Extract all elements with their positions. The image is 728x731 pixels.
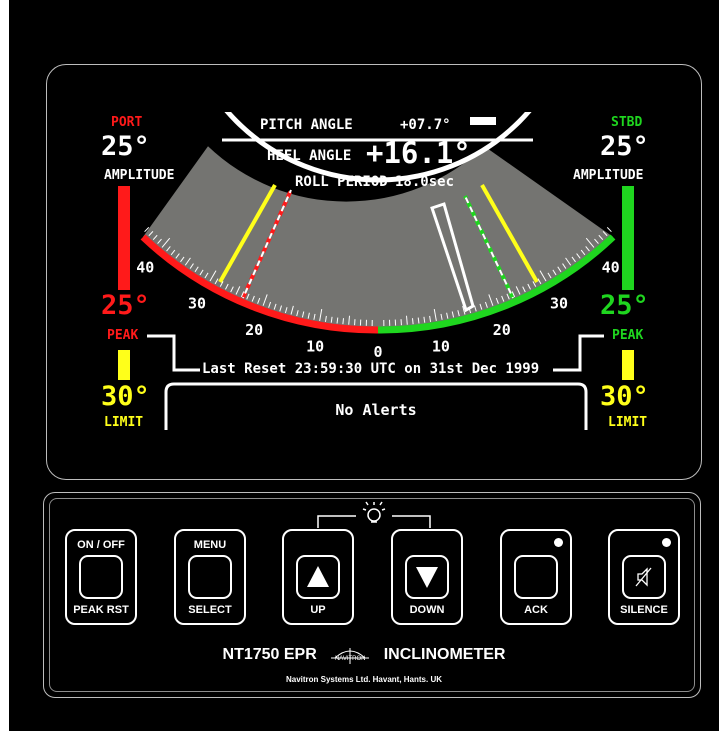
- up-button[interactable]: UP: [282, 529, 354, 625]
- button-bottom-label: DOWN: [409, 604, 445, 616]
- port-limit-bar: [118, 350, 130, 380]
- pitch-angle-value: +07.7°: [400, 117, 451, 133]
- scale-tick-label: 30: [550, 295, 568, 313]
- product-name: INCLINOMETER: [383, 646, 506, 664]
- down-button[interactable]: DOWN: [391, 529, 463, 625]
- menu-select-button[interactable]: MENU SELECT: [174, 529, 246, 625]
- button-bottom-label: PEAK RST: [73, 604, 129, 616]
- ack-button[interactable]: ACK: [500, 529, 572, 625]
- scale-tick-label: 10: [306, 338, 324, 356]
- last-reset-text: Last Reset 23:59:30 UTC on 31st Dec 1999: [202, 361, 540, 377]
- port-amplitude-label: AMPLITUDE: [104, 168, 175, 183]
- silence-button[interactable]: SILENCE: [608, 529, 680, 625]
- port-peak-value: 25°: [101, 290, 150, 321]
- button-bottom-label: ACK: [524, 604, 548, 616]
- scale-tick: [342, 318, 345, 325]
- button-bottom-label: SELECT: [188, 604, 232, 616]
- port-amplitude-value: 25°: [101, 131, 150, 162]
- pitch-angle-label: PITCH ANGLE: [260, 117, 353, 133]
- roll-period-value: 18.0sec: [395, 174, 455, 190]
- scale-tick-label: 20: [245, 321, 263, 339]
- button-bottom-label: SILENCE: [620, 604, 668, 616]
- scale-tick: [411, 318, 414, 325]
- blank-key-icon: [188, 555, 232, 599]
- scale-tick-label: 40: [136, 258, 154, 276]
- down-arrow-icon: [405, 555, 449, 599]
- port-amplitude-bar: [118, 186, 130, 290]
- roll-period-label: ROLL PERIOD: [295, 174, 388, 190]
- button-top-label: ON / OFF: [77, 539, 125, 551]
- stbd-amplitude-value: 25°: [600, 131, 649, 162]
- button-bottom-label: UP: [310, 604, 326, 616]
- silence-led-indicator: [662, 538, 671, 547]
- stbd-peak-connector: [553, 334, 604, 372]
- scale-tick-label: 30: [188, 295, 206, 313]
- stbd-limit-bar: [622, 350, 634, 380]
- navitron-logo: NAVITRON: [327, 644, 373, 666]
- logo-text: NAVITRON: [334, 656, 366, 662]
- on-off-peak-rst-button[interactable]: ON / OFF PEAK RST: [65, 529, 137, 625]
- ack-led-indicator: [554, 538, 563, 547]
- heel-angle-value: +16.1°: [366, 136, 471, 170]
- button-top-label: MENU: [193, 539, 227, 551]
- up-arrow-icon: [296, 555, 340, 599]
- model-name: NT1750 EPR: [222, 646, 317, 664]
- stbd-peak-label: PEAK: [612, 328, 644, 343]
- stbd-amplitude-label: AMPLITUDE: [573, 168, 644, 183]
- port-peak-connector: [147, 334, 200, 372]
- blank-key-icon: [514, 555, 558, 599]
- scale-tick-label: 20: [493, 321, 511, 339]
- scale-tick-label: 40: [602, 258, 620, 276]
- stbd-title: STBD: [611, 115, 643, 130]
- stbd-amplitude-bar: [622, 186, 634, 290]
- speaker-muted-icon: [622, 555, 666, 599]
- port-title: PORT: [111, 115, 143, 130]
- port-peak-label: PEAK: [107, 328, 139, 343]
- scale-tick-label: 10: [432, 338, 450, 356]
- manufacturer-text: Navitron Systems Ltd. Havant, Hants. UK: [285, 675, 443, 684]
- blank-key-icon: [79, 555, 123, 599]
- heel-angle-label: HEEL ANGLE: [267, 148, 352, 164]
- scale-tick: [606, 227, 612, 233]
- pitch-indicator-bar: [470, 117, 496, 125]
- alerts-text: No Alerts: [335, 401, 417, 419]
- product-title-row: NT1750 EPR NAVITRON INCLINOMETER: [0, 644, 728, 666]
- stbd-peak-value: 25°: [600, 290, 649, 321]
- scale-tick-label: 0: [373, 343, 382, 361]
